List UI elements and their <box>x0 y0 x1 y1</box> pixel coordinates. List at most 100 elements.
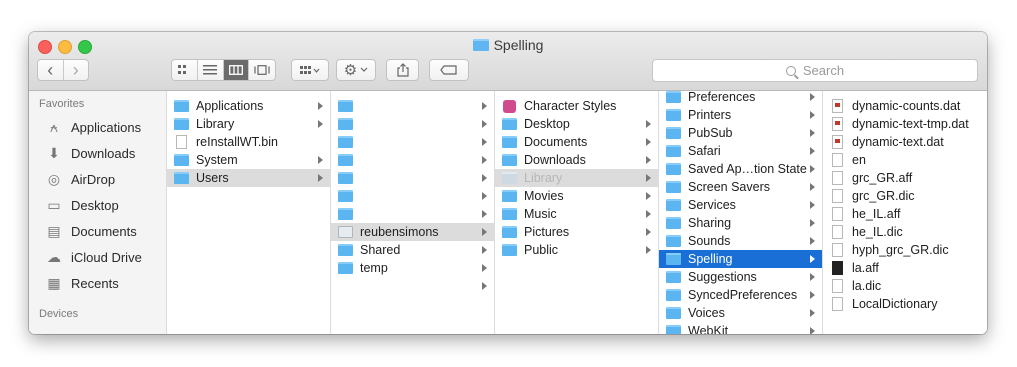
folder-row[interactable] <box>331 187 494 205</box>
folder-row[interactable] <box>331 115 494 133</box>
sidebar-item-icloud-drive[interactable]: ☁ iCloud Drive <box>45 247 142 267</box>
folder-row[interactable]: Documents <box>495 133 658 151</box>
column-home: Character Styles Desktop Documents Download… <box>495 91 659 334</box>
cover-flow-button[interactable] <box>249 60 275 80</box>
document-icon <box>832 279 843 293</box>
arrange-button[interactable] <box>291 59 329 81</box>
folder-icon <box>666 325 681 334</box>
folder-row[interactable]: WebKit <box>659 322 822 334</box>
item-label: grc_GR.aff <box>852 171 913 185</box>
folder-row[interactable] <box>331 277 494 295</box>
folder-row[interactable]: Desktop <box>495 115 658 133</box>
back-button[interactable]: ‹ <box>38 60 64 80</box>
folder-row[interactable] <box>331 151 494 169</box>
folder-row[interactable]: Suggestions <box>659 268 822 286</box>
item-label: Sharing <box>688 216 732 230</box>
file-row[interactable]: hyph_grc_GR.dic <box>823 241 987 259</box>
folder-row[interactable]: Sharing <box>659 214 822 232</box>
item-label: Downloads <box>524 153 586 167</box>
disclosure-arrow-icon <box>810 93 815 101</box>
folder-row[interactable]: Screen Savers <box>659 178 822 196</box>
search-field[interactable]: Search <box>652 59 978 82</box>
sidebar-item-downloads[interactable]: ⬇ Downloads <box>45 143 135 163</box>
sidebar-item-applications[interactable]: ⍲ Applications <box>45 117 141 137</box>
folder-row[interactable]: Printers <box>659 106 822 124</box>
disclosure-arrow-icon <box>482 282 487 290</box>
folder-row[interactable]: Voices <box>659 304 822 322</box>
devices-header: Devices <box>39 308 79 320</box>
document-icon <box>832 261 843 275</box>
gear-icon: ⚙ <box>343 62 358 79</box>
folder-row[interactable] <box>331 97 494 115</box>
folder-row[interactable]: temp <box>331 259 494 277</box>
sidebar-item-recents[interactable]: ▦ Recents <box>45 273 118 293</box>
folder-row[interactable]: Applications <box>167 97 330 115</box>
disclosure-arrow-icon <box>646 228 651 236</box>
folder-row[interactable]: Public <box>495 241 658 259</box>
file-row[interactable]: reInstallWT.bin <box>167 133 330 151</box>
disclosure-arrow-icon <box>318 156 323 164</box>
arrange-icon <box>300 66 320 74</box>
folder-row[interactable]: Spelling <box>659 250 822 268</box>
disclosure-arrow-icon <box>318 102 323 110</box>
folder-row[interactable] <box>331 169 494 187</box>
folder-row[interactable]: Saved Ap…tion State <box>659 160 822 178</box>
file-row[interactable]: he_IL.aff <box>823 205 987 223</box>
data-file-icon <box>832 135 843 149</box>
sidebar-item-desktop[interactable]: ▭ Desktop <box>45 195 118 215</box>
file-row[interactable]: grc_GR.aff <box>823 169 987 187</box>
tags-button[interactable] <box>429 59 469 81</box>
folder-icon <box>666 109 681 121</box>
item-label: Shared <box>360 243 401 257</box>
item-label: Spelling <box>688 252 733 266</box>
folder-row[interactable]: Movies <box>495 187 658 205</box>
file-row[interactable]: Character Styles <box>495 97 658 115</box>
folder-row[interactable]: Library <box>495 169 658 187</box>
folder-row[interactable]: Shared <box>331 241 494 259</box>
item-label: Users <box>196 171 229 185</box>
folder-row[interactable]: PubSub <box>659 124 822 142</box>
folder-row[interactable] <box>331 133 494 151</box>
folder-row[interactable]: System <box>167 151 330 169</box>
folder-row[interactable]: Library <box>167 115 330 133</box>
file-row[interactable]: la.dic <box>823 277 987 295</box>
window-title: Spelling <box>29 37 987 53</box>
folder-row[interactable]: Music <box>495 205 658 223</box>
folder-row[interactable]: Downloads <box>495 151 658 169</box>
sidebar-item-airdrop[interactable]: ◎ AirDrop <box>45 169 115 189</box>
folder-row[interactable] <box>331 205 494 223</box>
disclosure-arrow-icon <box>810 309 815 317</box>
folder-row[interactable]: Users <box>167 169 330 187</box>
action-button[interactable]: ⚙ <box>336 59 376 81</box>
folder-icon <box>666 307 681 319</box>
icon-view-button[interactable] <box>172 60 198 80</box>
file-row[interactable]: la.aff <box>823 259 987 277</box>
folder-row[interactable]: Pictures <box>495 223 658 241</box>
file-row[interactable]: he_IL.dic <box>823 223 987 241</box>
folder-row[interactable]: reubensimons <box>331 223 494 241</box>
sidebar-item-documents[interactable]: ▤ Documents <box>45 221 136 241</box>
column-view-button[interactable] <box>223 60 250 80</box>
disclosure-arrow-icon <box>810 273 815 281</box>
folder-row[interactable]: Services <box>659 196 822 214</box>
file-row[interactable]: grc_GR.dic <box>823 187 987 205</box>
folder-row[interactable]: Safari <box>659 142 822 160</box>
share-button[interactable] <box>386 59 419 81</box>
file-row[interactable]: dynamic-counts.dat <box>823 97 987 115</box>
folder-row[interactable]: Sounds <box>659 232 822 250</box>
folder-row[interactable]: SyncedPreferences <box>659 286 822 304</box>
file-row[interactable]: LocalDictionary <box>823 295 987 313</box>
disclosure-arrow-icon <box>646 120 651 128</box>
item-label: reInstallWT.bin <box>196 135 278 149</box>
file-row[interactable]: en <box>823 151 987 169</box>
item-label: Printers <box>688 108 732 122</box>
column-users: reubensimons Shared temp <box>331 91 495 334</box>
folder-row[interactable]: Preferences <box>659 91 822 106</box>
file-row[interactable]: dynamic-text-tmp.dat <box>823 115 987 133</box>
list-view-button[interactable] <box>198 60 224 80</box>
forward-button[interactable]: › <box>64 60 89 80</box>
file-row[interactable]: dynamic-text.dat <box>823 133 987 151</box>
disclosure-arrow-icon <box>646 138 651 146</box>
folder-icon <box>502 136 517 148</box>
sidebar-item-label: iCloud Drive <box>71 249 142 265</box>
